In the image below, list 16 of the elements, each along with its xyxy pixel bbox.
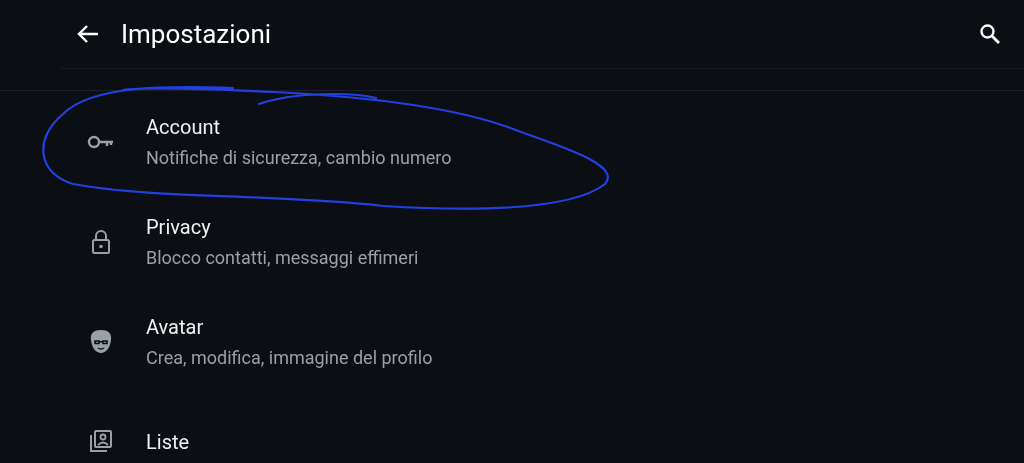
settings-item[interactable]: Liste <box>0 391 1024 463</box>
avatar-face-icon <box>89 329 113 355</box>
lock-icon <box>91 229 111 255</box>
item-title: Liste <box>146 430 190 454</box>
item-subtitle: Crea, modifica, immagine del profilo <box>146 347 433 369</box>
settings-item[interactable]: Account Notifiche di sicurezza, cambio numero <box>0 91 1024 191</box>
page-title: Impostazioni <box>121 17 272 51</box>
item-title: Account <box>146 115 221 139</box>
item-subtitle: Notifiche di sicurezza, cambio numero <box>146 147 452 169</box>
contact-list-icon <box>89 429 113 455</box>
settings-item[interactable]: Avatar Crea, modifica, immagine del profilo <box>0 291 1024 391</box>
settings-item[interactable]: Privacy Blocco contatti, messaggi effimeri <box>0 191 1024 291</box>
item-title: Privacy <box>146 215 212 239</box>
item-subtitle: Blocco contatti, messaggi effimeri <box>146 247 419 269</box>
item-title: Avatar <box>146 315 205 339</box>
key-icon <box>87 135 115 149</box>
